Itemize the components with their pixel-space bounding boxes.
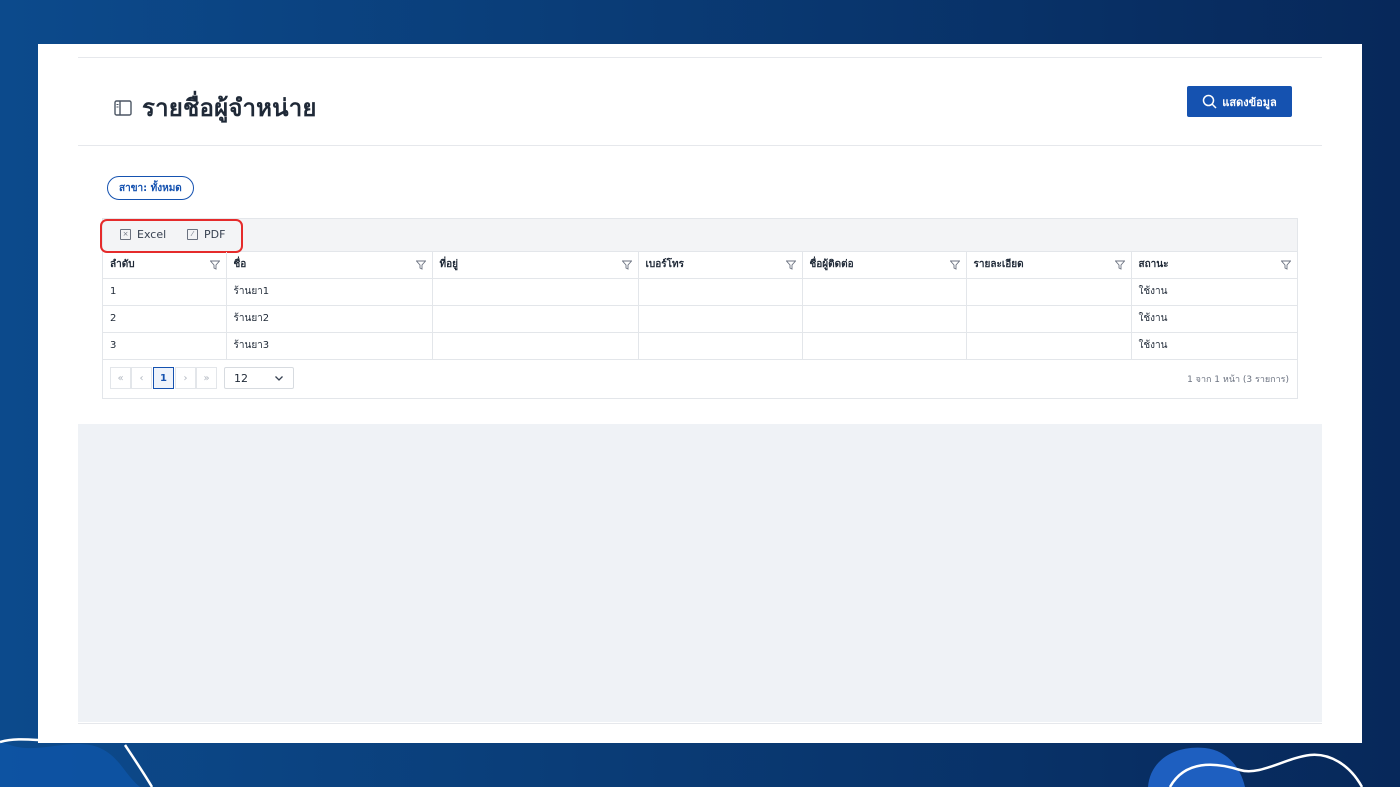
prev-page-button[interactable]: ‹ [131, 367, 152, 389]
data-grid: × Excel ⁄ PDF ลำดับ ชื่อ ที่อยู่ เบอร์โท… [100, 218, 1298, 399]
column-header-contact[interactable]: ชื่อผู้ติดต่อ [802, 252, 967, 279]
column-header-status[interactable]: สถานะ [1131, 252, 1297, 279]
table-row[interactable]: 3 ร้านยา3 ใช้งาน [103, 332, 1297, 360]
page-size-value: 12 [234, 371, 248, 385]
table-cell [432, 332, 639, 360]
next-page-button[interactable]: › [175, 367, 196, 389]
column-header-name[interactable]: ชื่อ [226, 252, 433, 279]
app-window: รายชื่อผู้จำหน่าย แสดงข้อมูล สาขา: ทั้งห… [38, 44, 1362, 743]
pagination-bar: « ‹ 1 › » 12 1 จาก 1 หน้า (3 รายการ) [103, 360, 1297, 398]
page-header: รายชื่อผู้จำหน่าย แสดงข้อมูล [78, 58, 1322, 146]
footer-divider [78, 723, 1322, 724]
filter-icon[interactable] [621, 260, 632, 270]
export-highlight-box [100, 219, 243, 253]
page-size-select[interactable]: 12 [224, 367, 294, 389]
column-header-details[interactable]: รายละเอียด [966, 252, 1132, 279]
table-cell [802, 332, 967, 360]
table-cell [966, 305, 1132, 333]
column-label: สถานะ [1138, 259, 1169, 271]
sidebar-panel-icon [114, 99, 132, 116]
table-cell [966, 332, 1132, 360]
table-cell [432, 278, 639, 306]
table-cell [802, 278, 967, 306]
show-data-button[interactable]: แสดงข้อมูล [1187, 86, 1292, 117]
table-cell [966, 278, 1132, 306]
column-header-order[interactable]: ลำดับ [103, 252, 227, 279]
table-cell: ร้านยา1 [226, 278, 433, 306]
search-icon [1203, 94, 1217, 109]
filter-icon[interactable] [1281, 260, 1291, 270]
supplier-table: ลำดับ ชื่อ ที่อยู่ เบอร์โทร ชื่อผู้ติดต่… [103, 252, 1297, 360]
grid-toolbar: × Excel ⁄ PDF [100, 219, 1297, 253]
filter-icon[interactable] [209, 260, 220, 270]
table-cell [802, 305, 967, 333]
column-label: ลำดับ [110, 259, 135, 271]
chevron-down-icon [275, 376, 283, 381]
show-data-label: แสดงข้อมูล [1222, 95, 1277, 109]
table-cell: 3 [103, 332, 227, 360]
pagination-info: 1 จาก 1 หน้า (3 รายการ) [1187, 375, 1289, 385]
column-label: ชื่อ [233, 259, 247, 271]
filter-icon[interactable] [415, 260, 426, 270]
table-row[interactable]: 1 ร้านยา1 ใช้งาน [103, 278, 1297, 306]
title-group: รายชื่อผู้จำหน่าย [114, 88, 317, 127]
table-cell: 1 [103, 278, 227, 306]
filter-icon[interactable] [949, 260, 960, 270]
table-cell: ใช้งาน [1131, 278, 1297, 306]
table-cell: 2 [103, 305, 227, 333]
table-cell: ใช้งาน [1131, 332, 1297, 360]
column-label: รายละเอียด [973, 259, 1024, 271]
table-cell: ร้านยา3 [226, 332, 433, 360]
table-cell [638, 332, 803, 360]
table-header-row: ลำดับ ชื่อ ที่อยู่ เบอร์โทร ชื่อผู้ติดต่… [103, 252, 1297, 279]
page-title: รายชื่อผู้จำหน่าย [142, 94, 317, 122]
first-page-button[interactable]: « [110, 367, 131, 389]
table-row[interactable]: 2 ร้านยา2 ใช้งาน [103, 305, 1297, 333]
table-cell [432, 305, 639, 333]
column-header-address[interactable]: ที่อยู่ [432, 252, 639, 279]
last-page-button[interactable]: » [196, 367, 217, 389]
content-area [78, 424, 1322, 722]
table-cell [638, 305, 803, 333]
table-cell: ใช้งาน [1131, 305, 1297, 333]
column-label: เบอร์โทร [645, 259, 684, 271]
column-label: ที่อยู่ [439, 259, 458, 271]
table-cell [638, 278, 803, 306]
branch-filter-chip[interactable]: สาขา: ทั้งหมด [107, 176, 194, 200]
filter-icon[interactable] [785, 260, 796, 270]
column-header-phone[interactable]: เบอร์โทร [638, 252, 803, 279]
filter-icon[interactable] [1114, 260, 1125, 270]
page-number-button[interactable]: 1 [153, 367, 174, 389]
column-label: ชื่อผู้ติดต่อ [809, 259, 854, 271]
table-cell: ร้านยา2 [226, 305, 433, 333]
